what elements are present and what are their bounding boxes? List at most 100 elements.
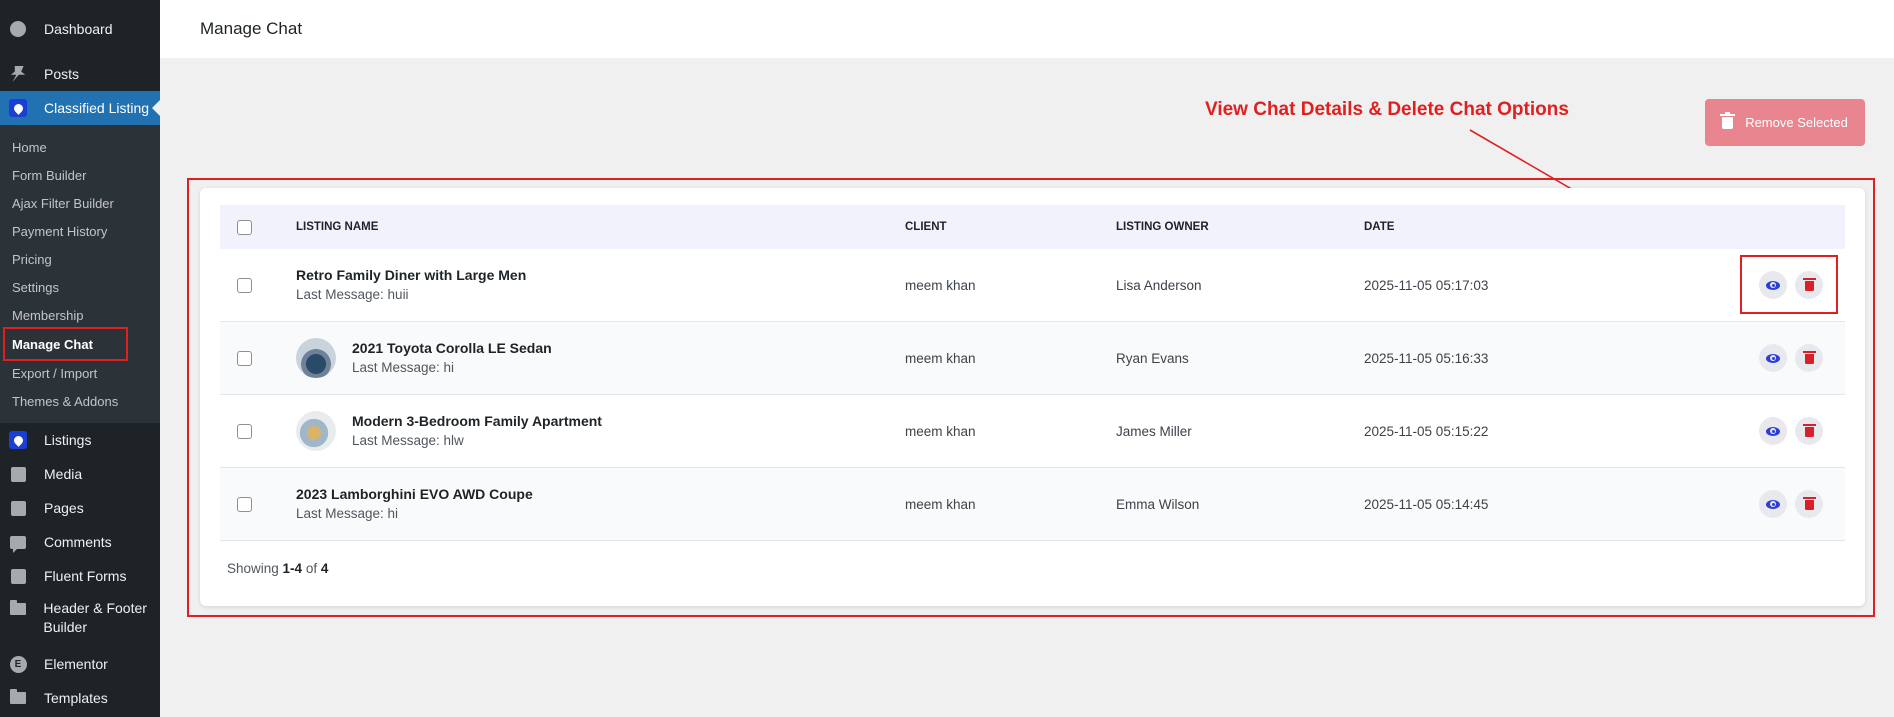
listing-name[interactable]: 2021 Toyota Corolla LE Sedan bbox=[352, 339, 552, 358]
submenu-item-manage-chat[interactable]: Manage Chat bbox=[3, 327, 128, 361]
submenu-item-themes-addons[interactable]: Themes & Addons bbox=[0, 387, 160, 415]
table-row: 2023 Lamborghini EVO AWD Coupe Last Mess… bbox=[220, 468, 1845, 541]
client-cell: meem khan bbox=[905, 350, 976, 366]
pagination-info: Showing 1-4 of 4 bbox=[227, 561, 328, 576]
trash-icon bbox=[1802, 424, 1816, 437]
sidebar-item-label: Fluent Forms bbox=[44, 567, 127, 584]
submenu-item-payment-history[interactable]: Payment History bbox=[0, 217, 160, 245]
dashboard-icon bbox=[8, 19, 28, 39]
eye-icon bbox=[1766, 499, 1780, 509]
view-chat-button[interactable] bbox=[1759, 344, 1787, 372]
listing-thumbnail bbox=[296, 338, 336, 378]
sidebar-item-label: Pages bbox=[44, 499, 84, 516]
column-header-listing-owner[interactable]: LISTING OWNER bbox=[1116, 221, 1364, 233]
submenu-item-export-import[interactable]: Export / Import bbox=[0, 359, 160, 387]
chat-table-panel: LISTING NAME CLIENT LISTING OWNER DATE R… bbox=[200, 188, 1865, 606]
sidebar-item-media[interactable]: Media bbox=[0, 457, 160, 491]
client-cell: meem khan bbox=[905, 277, 976, 293]
pages-icon bbox=[8, 498, 28, 518]
sidebar-item-label: Classified Listing bbox=[44, 99, 150, 116]
row-checkbox[interactable] bbox=[237, 423, 252, 439]
view-chat-button[interactable] bbox=[1759, 417, 1787, 445]
listing-cell: Modern 3-Bedroom Family Apartment Last M… bbox=[296, 411, 905, 451]
listing-name[interactable]: Modern 3-Bedroom Family Apartment bbox=[352, 412, 602, 431]
sidebar-item-classified-listing[interactable]: Classified Listing bbox=[0, 91, 160, 125]
row-checkbox[interactable] bbox=[237, 496, 252, 512]
owner-cell: Lisa Anderson bbox=[1116, 277, 1202, 293]
listing-name[interactable]: Retro Family Diner with Large Men bbox=[296, 266, 526, 285]
sidebar-item-posts[interactable]: Posts bbox=[0, 57, 160, 91]
last-message: Last Message: hi bbox=[296, 506, 399, 521]
sidebar-item-templates[interactable]: Templates bbox=[0, 681, 160, 715]
date-cell: 2025-11-05 05:16:33 bbox=[1364, 350, 1489, 366]
table-row: Modern 3-Bedroom Family Apartment Last M… bbox=[220, 395, 1845, 468]
listing-name[interactable]: 2023 Lamborghini EVO AWD Coupe bbox=[296, 485, 533, 504]
annotation-label: View Chat Details & Delete Chat Options bbox=[1205, 99, 1569, 120]
listing-cell: 2023 Lamborghini EVO AWD Coupe Last Mess… bbox=[296, 485, 905, 523]
column-header-client[interactable]: CLIENT bbox=[905, 221, 1116, 233]
submenu-item-settings[interactable]: Settings bbox=[0, 273, 160, 301]
remove-selected-label: Remove Selected bbox=[1745, 115, 1848, 130]
table-header-row: LISTING NAME CLIENT LISTING OWNER DATE bbox=[220, 205, 1845, 249]
delete-chat-button[interactable] bbox=[1795, 417, 1823, 445]
page-title: Manage Chat bbox=[200, 19, 303, 38]
listing-cell: 2021 Toyota Corolla LE Sedan Last Messag… bbox=[296, 338, 905, 378]
sidebar-item-label: Media bbox=[44, 465, 83, 482]
date-cell: 2025-11-05 05:15:22 bbox=[1364, 423, 1489, 439]
pin-icon bbox=[8, 64, 28, 84]
select-all-checkbox[interactable] bbox=[237, 219, 252, 235]
media-icon bbox=[8, 464, 28, 484]
date-cell: 2025-11-05 05:14:45 bbox=[1364, 496, 1489, 512]
sidebar-item-comments[interactable]: Comments bbox=[0, 525, 160, 559]
submenu-item-home[interactable]: Home bbox=[0, 133, 160, 161]
sidebar-item-pages[interactable]: Pages bbox=[0, 491, 160, 525]
eye-icon bbox=[1766, 353, 1780, 363]
delete-chat-button[interactable] bbox=[1795, 490, 1823, 518]
row-checkbox[interactable] bbox=[237, 350, 252, 366]
row-checkbox[interactable] bbox=[237, 277, 252, 293]
listing-cell: Retro Family Diner with Large Men Last M… bbox=[296, 266, 905, 304]
elementor-icon: E bbox=[8, 654, 28, 674]
eye-icon bbox=[1766, 426, 1780, 436]
trash-icon bbox=[1802, 351, 1816, 364]
table-row: Retro Family Diner with Large Men Last M… bbox=[220, 249, 1845, 322]
owner-cell: Emma Wilson bbox=[1116, 496, 1200, 512]
sidebar-item-fluent-forms[interactable]: Fluent Forms bbox=[0, 559, 160, 593]
location-pin-icon bbox=[8, 430, 28, 450]
last-message: Last Message: huii bbox=[296, 287, 409, 302]
client-cell: meem khan bbox=[905, 496, 976, 512]
last-message: Last Message: hi bbox=[352, 360, 455, 375]
client-cell: meem khan bbox=[905, 423, 976, 439]
page-header: Manage Chat bbox=[160, 0, 1894, 58]
submenu-item-membership[interactable]: Membership bbox=[0, 301, 160, 329]
sidebar-item-elementor[interactable]: E Elementor bbox=[0, 647, 160, 681]
pagination-range: 1-4 bbox=[282, 561, 303, 576]
chat-table: LISTING NAME CLIENT LISTING OWNER DATE R… bbox=[220, 205, 1845, 541]
submenu-item-form-builder[interactable]: Form Builder bbox=[0, 161, 160, 189]
forms-icon bbox=[8, 566, 28, 586]
admin-sidebar: Dashboard Posts Classified Listing Home … bbox=[0, 0, 160, 717]
remove-selected-button[interactable]: Remove Selected bbox=[1705, 99, 1865, 146]
sidebar-item-label: Posts bbox=[44, 65, 80, 82]
submenu-item-pricing[interactable]: Pricing bbox=[0, 245, 160, 273]
view-chat-button[interactable] bbox=[1759, 490, 1787, 518]
column-header-date[interactable]: DATE bbox=[1364, 221, 1744, 233]
folder-icon bbox=[8, 599, 27, 619]
submenu-item-ajax-filter-builder[interactable]: Ajax Filter Builder bbox=[0, 189, 160, 217]
sidebar-item-label: Elementor bbox=[44, 655, 108, 672]
sidebar-item-label: Listings bbox=[44, 431, 92, 448]
sidebar-item-dashboard[interactable]: Dashboard bbox=[0, 12, 160, 46]
classified-listing-submenu: Home Form Builder Ajax Filter Builder Pa… bbox=[0, 125, 160, 423]
column-header-listing-name[interactable]: LISTING NAME bbox=[296, 221, 905, 233]
table-row: 2021 Toyota Corolla LE Sedan Last Messag… bbox=[220, 322, 1845, 395]
sidebar-item-listings[interactable]: Listings bbox=[0, 423, 160, 457]
comment-icon bbox=[8, 532, 28, 553]
trash-icon bbox=[1720, 111, 1736, 129]
trash-icon bbox=[1802, 497, 1816, 510]
listing-thumbnail bbox=[296, 411, 336, 451]
sidebar-item-header-footer-builder[interactable]: Header & Footer Builder bbox=[0, 593, 160, 639]
sidebar-item-label: Comments bbox=[44, 533, 112, 550]
sidebar-item-label: Header & Footer Builder bbox=[43, 600, 147, 635]
delete-chat-button[interactable] bbox=[1795, 344, 1823, 372]
location-pin-icon bbox=[8, 98, 28, 118]
